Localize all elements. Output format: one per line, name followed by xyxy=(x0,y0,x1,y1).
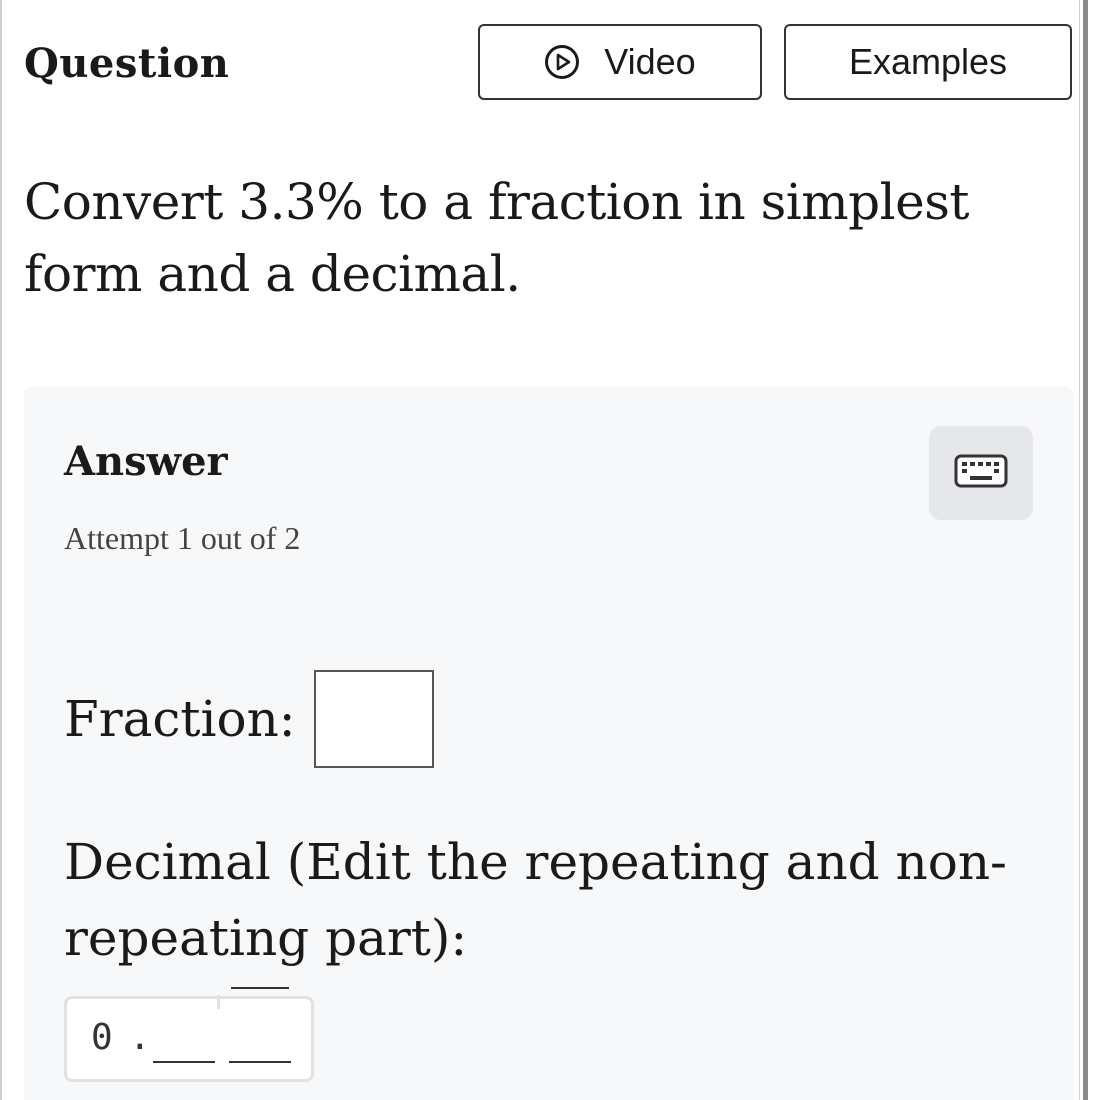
nonrepeating-digits-input[interactable] xyxy=(153,1013,215,1069)
decimal-divider xyxy=(217,995,220,1009)
question-title: Question xyxy=(24,40,230,87)
answer-title: Answer xyxy=(64,438,228,485)
repeating-digits-input[interactable] xyxy=(229,1013,291,1069)
attempt-counter: Attempt 1 out of 2 xyxy=(64,520,301,556)
fraction-label: Fraction: xyxy=(64,690,296,748)
video-button[interactable]: Video xyxy=(478,24,762,100)
nonrepeating-underline xyxy=(153,1061,215,1063)
decimal-prefix: 0 xyxy=(91,1017,113,1058)
page: Question Video Examples Convert 3.3% to … xyxy=(0,0,1094,1100)
play-circle-icon xyxy=(544,44,580,80)
examples-button[interactable]: Examples xyxy=(784,24,1072,100)
repeating-bar xyxy=(231,987,289,989)
decimal-input: 0 . xyxy=(64,987,314,1082)
question-header: Question Video Examples xyxy=(2,22,1082,104)
scrollbar[interactable] xyxy=(1079,0,1094,1100)
answer-panel: Answer Attempt 1 out of 2 Fraction: Deci… xyxy=(24,386,1074,1100)
examples-button-label: Examples xyxy=(848,41,1008,82)
question-prompt: Convert 3.3% to a fraction in simplest f… xyxy=(24,173,970,303)
fraction-row: Fraction: xyxy=(64,670,434,768)
decimal-point: . xyxy=(129,1017,151,1058)
repeating-underline xyxy=(229,1061,291,1063)
decimal-label: Decimal (Edit the repeating and non-repe… xyxy=(64,833,1007,967)
video-button-label: Video xyxy=(604,41,696,82)
fraction-input[interactable] xyxy=(313,670,434,768)
scrollbar-thumb[interactable] xyxy=(1083,0,1088,1100)
keyboard-toggle-button[interactable] xyxy=(929,426,1033,520)
keyboard-icon xyxy=(954,454,1008,492)
